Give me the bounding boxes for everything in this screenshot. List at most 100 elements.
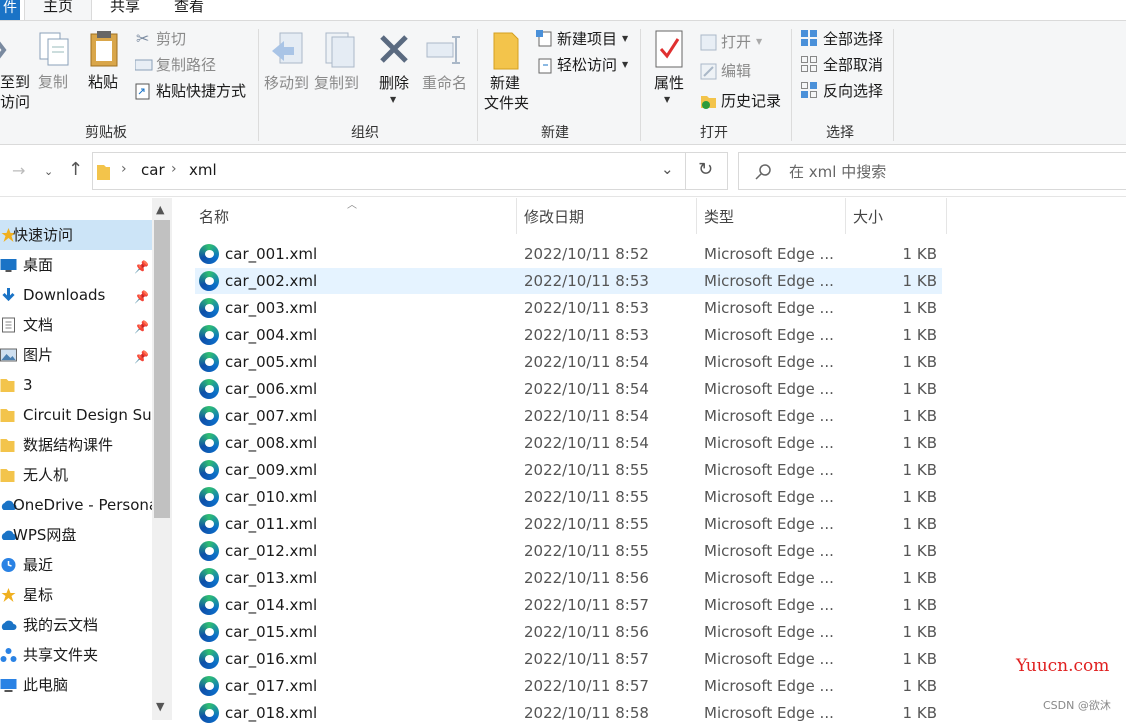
file-row[interactable]: car_018.xml 2022/10/11 8:58 Microsoft Edge… bbox=[195, 700, 942, 726]
breadcrumb-car[interactable]: car bbox=[141, 161, 165, 179]
clock-icon bbox=[1, 558, 16, 572]
recent-locations-icon[interactable]: ⌄ bbox=[44, 165, 53, 178]
nav-item[interactable]: OneDrive - Persona bbox=[0, 490, 152, 520]
nav-item[interactable]: 最近 bbox=[0, 550, 152, 580]
file-row[interactable]: car_008.xml 2022/10/11 8:54 Microsoft Edge… bbox=[195, 430, 942, 456]
file-row[interactable]: car_016.xml 2022/10/11 8:57 Microsoft Edge… bbox=[195, 646, 942, 672]
column-header-date[interactable]: 修改日期 bbox=[524, 206, 584, 227]
nav-item-label: 最近 bbox=[23, 556, 54, 574]
column-divider[interactable] bbox=[516, 198, 517, 234]
nav-item[interactable]: 共享文件夹 bbox=[0, 640, 152, 670]
nav-item[interactable]: 3 bbox=[0, 370, 152, 400]
file-type: Microsoft Edge ... bbox=[704, 299, 834, 317]
new-item-label: 新建项目 bbox=[557, 30, 618, 48]
copy-to-label: 复制到 bbox=[314, 74, 360, 92]
pin-icon[interactable]: 📌 bbox=[134, 282, 149, 310]
file-row[interactable]: car_014.xml 2022/10/11 8:57 Microsoft Edge… bbox=[195, 592, 942, 618]
delete-label: 删除 bbox=[379, 74, 410, 92]
nav-item-label: WPS网盘 bbox=[13, 526, 77, 544]
file-name: car_013.xml bbox=[225, 569, 318, 587]
ribbon-separator bbox=[893, 29, 894, 141]
tab-share[interactable]: 共享 bbox=[110, 0, 140, 16]
nav-item-label: 图片 bbox=[23, 346, 54, 364]
document-icon bbox=[2, 317, 15, 333]
search-placeholder: 在 xml 中搜索 bbox=[789, 163, 887, 181]
file-row[interactable]: car_012.xml 2022/10/11 8:55 Microsoft Edge… bbox=[195, 538, 942, 564]
chevron-right-icon: › bbox=[121, 161, 127, 177]
folder-icon bbox=[97, 165, 110, 180]
file-size: 1 KB bbox=[902, 380, 937, 398]
file-row[interactable]: car_011.xml 2022/10/11 8:55 Microsoft Edge… bbox=[195, 511, 942, 537]
dropdown-arrow-icon: ▼ bbox=[622, 60, 629, 69]
copy-icon bbox=[39, 32, 69, 66]
file-row[interactable]: car_009.xml 2022/10/11 8:55 Microsoft Edge… bbox=[195, 457, 942, 483]
pin-label-2: 访问 bbox=[0, 93, 31, 111]
column-divider[interactable] bbox=[696, 198, 697, 234]
column-header-type[interactable]: 类型 bbox=[704, 206, 734, 227]
nav-item[interactable]: 文档 📌 bbox=[0, 310, 152, 340]
breadcrumb-xml[interactable]: xml bbox=[189, 161, 217, 179]
search-input[interactable]: 在 xml 中搜索 bbox=[738, 152, 1126, 190]
nav-item[interactable]: 图片 📌 bbox=[0, 340, 152, 370]
new-folder-label-2: 文件夹 bbox=[484, 94, 530, 112]
scroll-up-icon[interactable]: ▲ bbox=[156, 203, 164, 216]
nav-item[interactable]: 桌面 📌 bbox=[0, 250, 152, 280]
file-type: Microsoft Edge ... bbox=[704, 488, 834, 506]
nav-item[interactable]: 星标 bbox=[0, 580, 152, 610]
tab-home[interactable]: 主页 bbox=[24, 0, 92, 20]
nav-item[interactable]: 无人机 bbox=[0, 460, 152, 490]
select-none-icon bbox=[801, 56, 817, 72]
nav-item[interactable]: 我的云文档 bbox=[0, 610, 152, 640]
paste-icon bbox=[90, 31, 118, 67]
ribbon-tabs: 件 主页 共享 查看 bbox=[0, 0, 1126, 20]
tab-view[interactable]: 查看 bbox=[174, 0, 204, 16]
refresh-button[interactable]: ↻ bbox=[686, 152, 728, 190]
column-header-name[interactable]: 名称 bbox=[199, 206, 229, 227]
column-header-size[interactable]: 大小 bbox=[853, 206, 883, 227]
chevron-down-icon[interactable]: ⌄ bbox=[661, 160, 674, 178]
column-divider[interactable] bbox=[946, 198, 947, 234]
edit-icon bbox=[700, 63, 717, 80]
nav-item[interactable]: 此电脑 bbox=[0, 670, 152, 700]
dropdown-arrow-icon: ▼ bbox=[390, 95, 397, 104]
edge-file-icon bbox=[199, 298, 219, 318]
file-row[interactable]: car_004.xml 2022/10/11 8:53 Microsoft Edge… bbox=[195, 322, 942, 348]
nav-item[interactable]: WPS网盘 bbox=[0, 520, 152, 550]
nav-item[interactable]: Downloads 📌 bbox=[0, 280, 152, 310]
file-row[interactable]: car_017.xml 2022/10/11 8:57 Microsoft Edge… bbox=[195, 673, 942, 699]
organize-group-label: 组织 bbox=[351, 125, 379, 141]
file-row[interactable]: car_003.xml 2022/10/11 8:53 Microsoft Edge… bbox=[195, 295, 942, 321]
file-size: 1 KB bbox=[902, 272, 937, 290]
file-date: 2022/10/11 8:55 bbox=[524, 515, 649, 533]
file-name: car_010.xml bbox=[225, 488, 318, 506]
file-row[interactable]: car_007.xml 2022/10/11 8:54 Microsoft Edge… bbox=[195, 403, 942, 429]
pin-icon[interactable]: 📌 bbox=[134, 312, 149, 340]
pin-icon[interactable]: 📌 bbox=[134, 252, 149, 280]
file-row[interactable]: car_013.xml 2022/10/11 8:56 Microsoft Edge… bbox=[195, 565, 942, 591]
file-row[interactable]: car_005.xml 2022/10/11 8:54 Microsoft Edge… bbox=[195, 349, 942, 375]
select-all-label: 全部选择 bbox=[823, 30, 884, 48]
address-bar[interactable]: › car › xml ⌄ bbox=[92, 152, 686, 190]
dropdown-arrow-icon: ▼ bbox=[756, 37, 763, 46]
scroll-thumb[interactable] bbox=[154, 220, 170, 518]
nav-scrollbar[interactable]: ▲ ▼ bbox=[152, 198, 172, 720]
up-arrow-icon[interactable]: ↑ bbox=[68, 159, 83, 180]
tab-file[interactable]: 件 bbox=[0, 0, 20, 20]
scroll-down-icon[interactable]: ▼ bbox=[156, 700, 164, 713]
nav-item[interactable]: 数据结构课件 bbox=[0, 430, 152, 460]
nav-item[interactable]: 快速访问 bbox=[0, 220, 152, 250]
file-type: Microsoft Edge ... bbox=[704, 434, 834, 452]
pin-icon[interactable]: 📌 bbox=[134, 342, 149, 370]
file-row[interactable]: car_001.xml 2022/10/11 8:52 Microsoft Edge… bbox=[195, 241, 942, 267]
nav-item[interactable]: Circuit Design Sui bbox=[0, 400, 152, 430]
file-type: Microsoft Edge ... bbox=[704, 353, 834, 371]
file-row[interactable]: car_002.xml 2022/10/11 8:53 Microsoft Edge… bbox=[195, 268, 942, 294]
nav-item-label: 我的云文档 bbox=[23, 616, 99, 634]
column-divider[interactable] bbox=[845, 198, 846, 234]
file-date: 2022/10/11 8:54 bbox=[524, 407, 649, 425]
file-type: Microsoft Edge ... bbox=[704, 596, 834, 614]
file-row[interactable]: car_015.xml 2022/10/11 8:56 Microsoft Edge… bbox=[195, 619, 942, 645]
file-row[interactable]: car_010.xml 2022/10/11 8:55 Microsoft Edge… bbox=[195, 484, 942, 510]
file-row[interactable]: car_006.xml 2022/10/11 8:54 Microsoft Edge… bbox=[195, 376, 942, 402]
forward-icon[interactable]: → bbox=[12, 161, 25, 180]
